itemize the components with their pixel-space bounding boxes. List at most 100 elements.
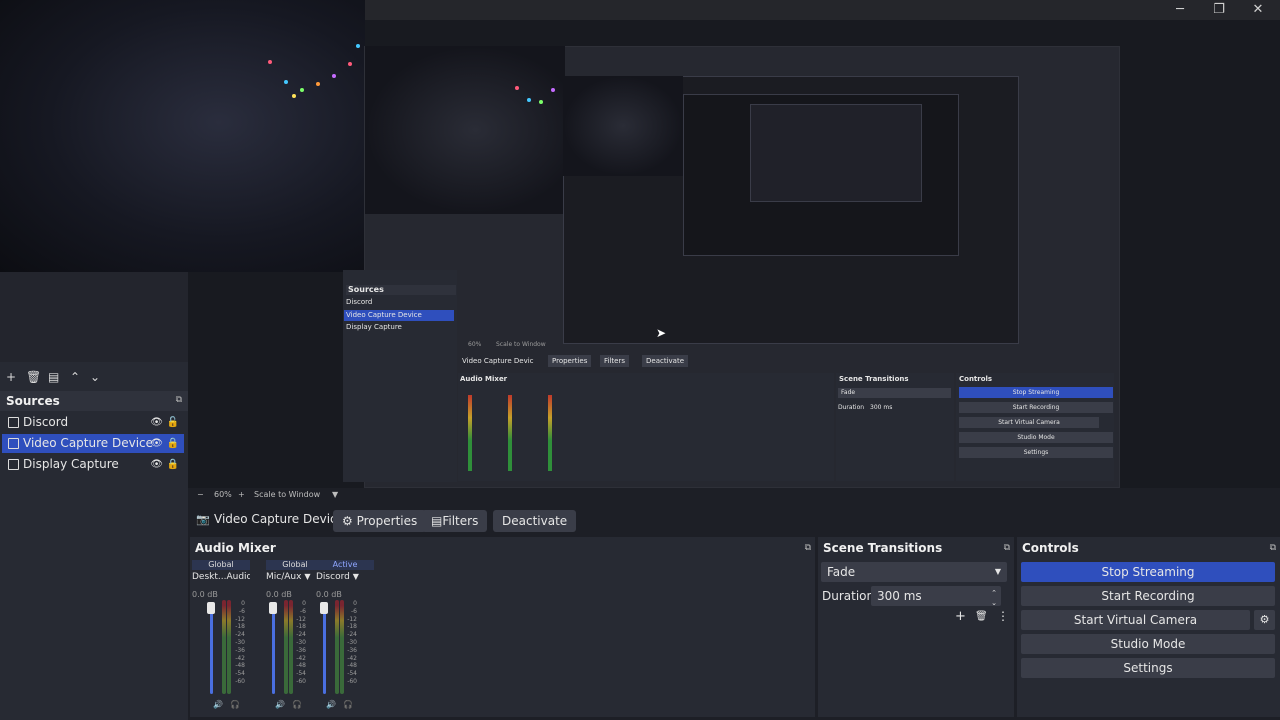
lock-icon[interactable]: 🔒 — [167, 455, 179, 474]
close-icon: ✕ — [1252, 2, 1264, 17]
db-tick: -18 — [347, 623, 357, 631]
db-tick: -30 — [235, 638, 245, 646]
minimize-icon: ─ — [1176, 2, 1184, 17]
db-tick: -30 — [347, 638, 357, 646]
duration-value: 300 ms — [877, 589, 922, 603]
popout-icon[interactable]: ⧉ — [176, 395, 182, 405]
duration-label: Duration — [822, 589, 875, 603]
db-scale: 0 -6 -12 -18 -24 -30 -36 -42 -48 -54 -60 — [345, 600, 357, 686]
gear-icon: ⚙ — [1259, 613, 1270, 626]
zoom-out-button[interactable]: − — [197, 490, 204, 499]
nested-preview-level-4 — [750, 104, 922, 202]
db-tick: -12 — [235, 615, 245, 623]
db-tick: -36 — [235, 646, 245, 654]
volume-slider[interactable] — [320, 602, 328, 614]
nested-source-toolbar: Video Capture Devic Properties Filters D… — [458, 354, 1114, 370]
headphones-icon[interactable]: 🎧 — [230, 700, 240, 709]
more-options-icon[interactable]: ⋮ — [997, 609, 1009, 623]
db-tick: -6 — [351, 607, 357, 615]
headphones-icon[interactable]: 🎧 — [343, 700, 353, 709]
eye-icon[interactable]: 👁 — [150, 413, 163, 432]
chevron-down-icon[interactable]: ▼ — [332, 490, 338, 499]
move-up-icon[interactable]: ⌃ — [70, 370, 80, 384]
settings-button[interactable]: Settings — [1021, 658, 1275, 678]
source-label: Display Capture — [23, 457, 119, 471]
channel-db: 0.0 dB — [316, 590, 342, 599]
db-tick: -54 — [347, 670, 357, 678]
channel-tag: Active — [316, 560, 374, 570]
speaker-icon[interactable]: 🔊 — [326, 700, 336, 709]
sources-title: Sources — [6, 394, 60, 408]
level-meter — [222, 600, 226, 694]
db-scale: 0 -6 -12 -18 -24 -30 -36 -42 -48 -54 -60 — [294, 600, 306, 686]
speaker-icon[interactable]: 🔊 — [213, 700, 223, 709]
db-tick: -36 — [296, 646, 306, 654]
db-scale: 0 -6 -12 -18 -24 -30 -36 -42 -48 -54 -60 — [233, 600, 245, 686]
eye-icon[interactable]: 👁 — [150, 434, 163, 453]
db-tick: -18 — [235, 623, 245, 631]
channel-name[interactable]: Deskt...Audio ▼ — [192, 570, 250, 584]
eye-icon[interactable]: 👁 — [150, 455, 163, 474]
db-tick: 0 — [302, 600, 306, 607]
popout-icon[interactable]: ⧉ — [805, 537, 811, 559]
filters-button[interactable]: ▤Filters — [422, 510, 488, 532]
source-item-display-capture[interactable]: Display Capture 👁 🔒 — [2, 455, 184, 474]
volume-track[interactable] — [210, 602, 213, 694]
stop-streaming-button[interactable]: Stop Streaming — [1021, 562, 1275, 582]
lock-icon[interactable]: 🔒 — [167, 434, 179, 453]
volume-track[interactable] — [323, 602, 326, 694]
restore-icon: ❐ — [1213, 2, 1225, 17]
trash-icon[interactable]: 🗑 — [26, 370, 41, 384]
db-tick: -36 — [347, 646, 357, 654]
gear-icon: ⚙ — [342, 514, 353, 528]
db-tick: -48 — [235, 662, 245, 670]
volume-slider[interactable] — [207, 602, 215, 614]
start-virtual-camera-button[interactable]: Start Virtual Camera — [1021, 610, 1250, 630]
zoom-level: 60% — [214, 490, 232, 499]
properties-button[interactable]: ⚙ Properties — [333, 510, 427, 532]
duration-input[interactable]: 300 ms ⌃ ⌄ — [871, 586, 1001, 607]
move-down-icon[interactable]: ⌄ — [90, 370, 100, 384]
zoom-bar: − 60% + Scale to Window ▼ — [188, 488, 1280, 504]
speaker-icon[interactable]: 🔊 — [275, 700, 285, 709]
volume-track[interactable] — [272, 602, 275, 694]
popout-icon[interactable]: ⧉ — [1004, 537, 1010, 559]
mouse-cursor: ➤ — [656, 326, 667, 340]
level-meter — [335, 600, 339, 694]
add-icon[interactable]: + — [955, 609, 966, 624]
source-label: Video Capture Device — [23, 436, 154, 450]
minimize-button[interactable]: ─ — [1167, 1, 1193, 19]
db-tick: 0 — [353, 600, 357, 607]
source-item-video-capture[interactable]: Video Capture Device 👁 🔒 — [2, 434, 184, 453]
add-icon[interactable]: + — [6, 370, 16, 384]
level-meter — [289, 600, 293, 694]
zoom-in-button[interactable]: + — [238, 490, 245, 499]
headphones-icon[interactable]: 🎧 — [292, 700, 302, 709]
unlock-icon[interactable]: 🔓 — [167, 413, 179, 432]
nested-sources-title: Sources — [346, 285, 456, 295]
source-item-discord[interactable]: Discord 👁 🔓 — [2, 413, 184, 432]
level-meter — [340, 600, 344, 694]
db-tick: -6 — [300, 607, 306, 615]
scale-mode[interactable]: Scale to Window — [254, 490, 320, 499]
deactivate-label: Deactivate — [502, 514, 568, 528]
start-recording-button[interactable]: Start Recording — [1021, 586, 1275, 606]
studio-mode-button[interactable]: Studio Mode — [1021, 634, 1275, 654]
scene-list-area — [0, 272, 188, 362]
db-tick: -24 — [235, 631, 245, 639]
transition-select[interactable]: Fade ▼ — [821, 562, 1007, 582]
close-button[interactable]: ✕ — [1245, 1, 1271, 19]
deactivate-button[interactable]: Deactivate — [493, 510, 577, 532]
volume-slider[interactable] — [269, 602, 277, 614]
channel-name[interactable]: Discord ▼ — [316, 570, 374, 584]
nested-source-discord: Discord — [346, 298, 373, 306]
db-tick: 0 — [241, 600, 245, 607]
popout-icon[interactable]: ⧉ — [1270, 537, 1276, 559]
audio-mixer-header: Audio Mixer ⧉ — [190, 537, 815, 559]
filter-icon[interactable]: ▤ — [48, 370, 59, 384]
restore-button[interactable]: ❐ — [1206, 1, 1232, 19]
nested-audio-mixer: Audio Mixer — [458, 373, 834, 481]
trash-icon[interactable]: 🗑 — [975, 611, 988, 622]
db-tick: -12 — [296, 615, 306, 623]
virtual-camera-settings-button[interactable]: ⚙ — [1254, 610, 1275, 630]
